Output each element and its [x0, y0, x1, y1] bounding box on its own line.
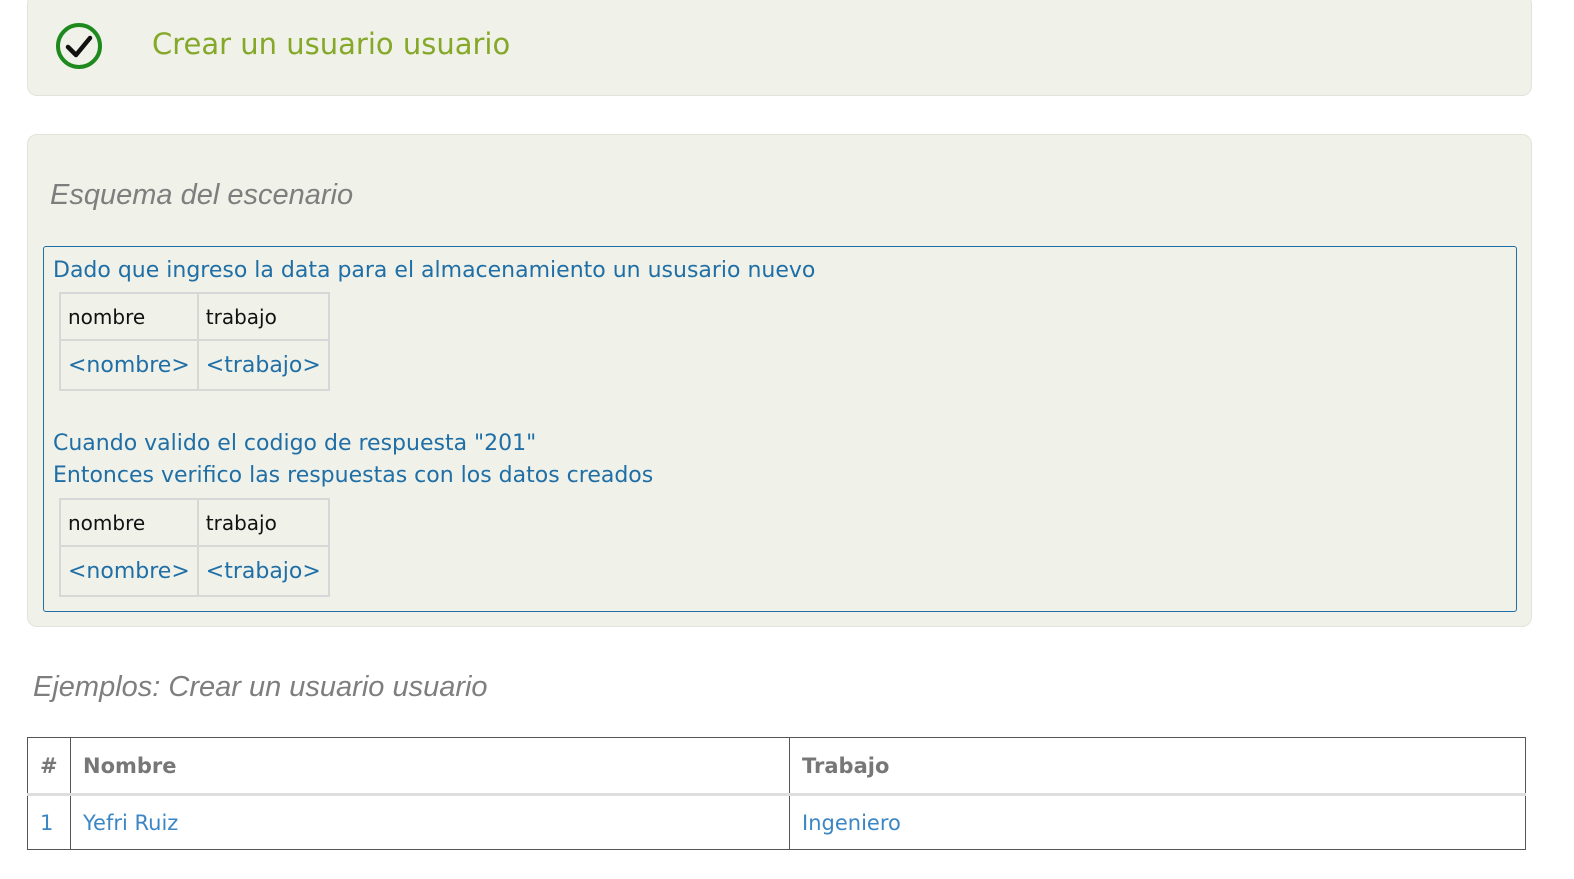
example-trabajo-cell: Ingeniero [789, 794, 1526, 850]
table-header-cell: trabajo [196, 498, 330, 547]
given-data-table: nombre trabajo <nombre> <trabajo> [59, 292, 330, 391]
table-value-cell: <nombre> [59, 545, 199, 597]
page: Crear un usuario usuario Esquema del esc… [0, 0, 1574, 879]
data-table-header-row: nombre trabajo [59, 292, 330, 341]
scenario-title: Crear un usuario usuario [152, 27, 511, 61]
data-table-value-row: <nombre> <trabajo> [59, 339, 330, 391]
then-data-table: nombre trabajo <nombre> <trabajo> [59, 498, 330, 597]
table-header-cell: nombre [59, 292, 199, 341]
data-table-header-row: nombre trabajo [59, 498, 330, 547]
table-value-cell: <nombre> [59, 339, 199, 391]
table-row: 1 Yefri Ruiz Ingeniero [27, 794, 1526, 850]
table-header-cell: trabajo [196, 292, 330, 341]
outline-heading: Esquema del escenario [50, 179, 354, 211]
table-header-cell: nombre [59, 498, 199, 547]
table-value-cell: <trabajo> [196, 545, 330, 597]
examples-heading: Ejemplos: Crear un usuario usuario [33, 671, 488, 703]
step-when: Cuando valido el codigo de respuesta "20… [53, 431, 537, 456]
example-nombre-cell: Yefri Ruiz [70, 794, 790, 850]
steps-box: Dado que ingreso la data para el almacen… [43, 246, 1517, 612]
data-table-value-row: <nombre> <trabajo> [59, 545, 330, 597]
scenario-outline-panel: Esquema del escenario Dado que ingreso l… [27, 134, 1532, 627]
column-header-number: # [27, 737, 71, 796]
scenario-header: Crear un usuario usuario [27, 0, 1532, 96]
step-then: Entonces verifico las respuestas con los… [53, 463, 654, 488]
examples-header-row: # Nombre Trabajo [27, 737, 1526, 796]
examples-table: # Nombre Trabajo 1 Yefri Ruiz Ingeniero [27, 737, 1526, 850]
example-row-number: 1 [27, 794, 71, 850]
column-header-nombre: Nombre [70, 737, 790, 796]
table-value-cell: <trabajo> [196, 339, 330, 391]
step-given: Dado que ingreso la data para el almacen… [53, 258, 816, 283]
check-circle-icon [55, 22, 103, 70]
column-header-trabajo: Trabajo [789, 737, 1526, 796]
